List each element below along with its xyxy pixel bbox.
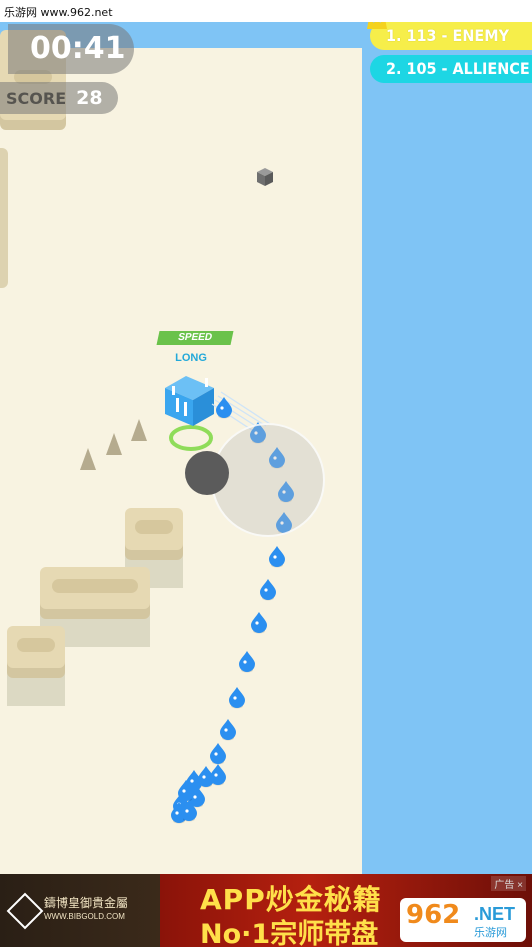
joystick-area[interactable] [211,423,325,537]
speed-badge: SPEED [156,331,234,345]
leaderboard-row-2: 2. 105 - ALLIENCE [370,55,532,83]
follower-droplet [251,612,267,634]
follower-droplet [220,719,236,741]
site-logo: 962 .NET 乐游网 [400,898,526,942]
site-logo-suffix: .NET [474,904,516,924]
gray-cube-pickup [257,168,273,186]
follower-droplet [260,579,276,601]
follower-droplet [269,546,285,568]
player-base-ring [169,425,213,451]
follower-droplet [239,651,255,673]
ad-brand-panel: 鑄博皇御貴金屬 WWW.BIBGOLD.COM [0,874,160,947]
watermark-text: 乐游网 www.962.net [4,6,113,19]
score-display: SCORE 28 [0,82,118,114]
follower-droplet [229,687,245,709]
ad-close-button[interactable]: 广告 × [491,876,526,891]
follower-droplet [216,397,232,419]
site-logo-cn: 乐游网 [474,926,507,939]
site-logo-number: 962 [406,900,461,930]
player-name: LONG [175,352,207,364]
player-character [165,376,214,426]
leaderboard-row-1: 1. 113 - ENEMY [370,22,532,50]
ad-slogan-line2: No·1宗师带盘 [200,919,379,947]
ad-logo-icon [6,892,44,930]
joystick-knob[interactable] [185,451,229,495]
score-label: SCORE [6,89,67,108]
timer-display: 00:41 [8,24,134,74]
ad-brand-name: 鑄博皇御貴金屬 [44,896,129,910]
ad-url: WWW.BIBGOLD.COM [44,912,125,921]
status-bar: 乐游网 www.962.net [0,0,532,22]
ad-banner[interactable]: 鑄博皇御貴金屬 WWW.BIBGOLD.COM APP炒金秘籍 No·1宗师带盘… [0,874,532,947]
score-value: 28 [76,87,103,109]
follower-droplet [210,743,226,765]
